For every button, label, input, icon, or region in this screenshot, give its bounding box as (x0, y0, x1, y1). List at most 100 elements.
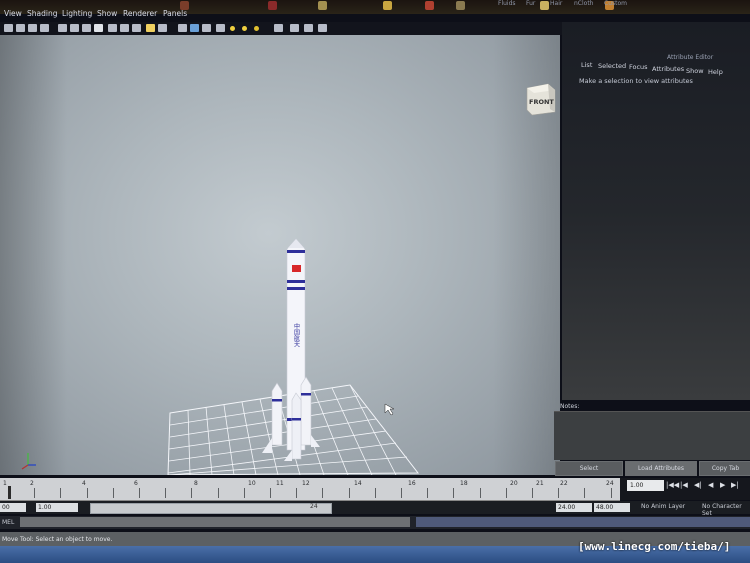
tick-label: 14 (354, 480, 362, 487)
character-set-dropdown[interactable]: No Character Set (702, 503, 750, 517)
rocket-model[interactable]: 中国航天 (262, 238, 320, 461)
textured-icon[interactable] (202, 24, 211, 32)
range-end-field[interactable]: 48.00 (594, 503, 630, 512)
menu-view[interactable]: View (4, 9, 22, 18)
flag-decal (292, 265, 301, 272)
image-plane-icon[interactable] (40, 24, 49, 32)
range-end-inner-field[interactable]: 24.00 (556, 503, 592, 512)
menu-renderer[interactable]: Renderer (123, 9, 157, 18)
film-gate-icon[interactable] (70, 24, 79, 32)
safe-action-icon[interactable] (120, 24, 129, 32)
wireframe-icon[interactable] (146, 24, 155, 32)
lighting-icon[interactable] (216, 24, 225, 32)
shelf-tab-hair[interactable]: Hair (550, 0, 562, 7)
resolution-gate-icon[interactable] (82, 24, 91, 32)
timeline-tick (34, 488, 36, 498)
command-language-label[interactable]: MEL (2, 519, 14, 526)
timeline-tick (165, 488, 167, 498)
attribute-editor-message: Make a selection to view attributes (579, 77, 693, 85)
tick-label: 1 (3, 480, 7, 487)
xray-icon[interactable] (290, 24, 299, 32)
timeline-tick (558, 488, 560, 498)
attr-menu-show[interactable]: Show (686, 67, 704, 75)
copy-tab-button[interactable]: Copy Tab (699, 461, 750, 476)
attr-menu-help[interactable]: Help (708, 68, 723, 76)
isolate-select-icon[interactable] (274, 24, 283, 32)
notes-textarea[interactable] (554, 411, 750, 460)
tick-label: 24 (606, 480, 614, 487)
menu-shading[interactable]: Shading (27, 9, 57, 18)
smooth-shade-icon[interactable] (178, 24, 187, 32)
attr-menu-focus[interactable]: Focus (629, 63, 648, 71)
panel-toolbar (0, 22, 570, 35)
timeline-tick (374, 488, 376, 498)
notes-label: Notes: (560, 403, 580, 410)
view-cube[interactable]: FRONT (522, 82, 556, 116)
timeline-tick (112, 488, 114, 498)
grid-icon[interactable] (58, 24, 67, 32)
tick-label: 22 (560, 480, 568, 487)
step-back-frame-button[interactable]: ◀| (694, 481, 702, 489)
range-slider[interactable] (90, 503, 332, 514)
timeline-tick (243, 488, 245, 498)
tick-label: 10 (248, 480, 256, 487)
light-dot-icon[interactable] (254, 26, 259, 31)
attr-menu-list[interactable]: List (581, 61, 592, 69)
shelf-tab-fur[interactable]: Fur (526, 0, 535, 7)
shelf-tab-custom[interactable]: Custom (604, 0, 627, 7)
attr-menu-attributes[interactable]: Attributes (652, 65, 684, 73)
gate-mask-icon[interactable] (94, 24, 103, 32)
timeline-tick (60, 488, 62, 498)
timeline-tick (532, 488, 533, 498)
menu-lighting[interactable]: Lighting (62, 9, 92, 18)
xray-joints-icon[interactable] (304, 24, 313, 32)
light-dot-icon[interactable] (242, 26, 247, 31)
field-chart-icon[interactable] (108, 24, 117, 32)
play-backwards-button[interactable]: ◀ (708, 481, 713, 489)
tick-label: 18 (460, 480, 468, 487)
range-left-field[interactable]: 00 (0, 503, 26, 512)
tick-label: 12 (302, 480, 310, 487)
tick-label: 20 (510, 480, 518, 487)
backface-icon[interactable] (318, 24, 327, 32)
text-icon[interactable] (158, 24, 167, 32)
tick-label: 21 (536, 480, 544, 487)
attr-menu-selected[interactable]: Selected (598, 62, 626, 70)
timeline-tick (505, 488, 507, 498)
shelf-tab-ncloth[interactable]: nCloth (574, 0, 594, 7)
shelf-tab-fluids[interactable]: Fluids (498, 0, 516, 7)
menu-panels[interactable]: Panels (163, 9, 187, 18)
timeline-tick (584, 488, 586, 498)
tick-label: 2 (30, 480, 34, 487)
time-slider[interactable] (0, 478, 620, 500)
command-input[interactable] (20, 517, 410, 527)
go-to-start-button[interactable]: |◀◀ (666, 481, 679, 489)
timeline-tick (427, 488, 429, 498)
viewport-front[interactable]: 中国航天 (0, 35, 560, 476)
panel-menu-bar: View Shading Lighting Show Renderer Pane… (0, 8, 570, 22)
load-attributes-button[interactable]: Load Attributes (625, 461, 697, 476)
bookmark-icon[interactable] (28, 24, 37, 32)
command-result-field (416, 517, 750, 527)
timeline-tick (322, 488, 324, 498)
safe-title-icon[interactable] (132, 24, 141, 32)
attribute-editor-title: Attribute Editor (667, 54, 714, 61)
light-dot-icon[interactable] (230, 26, 235, 31)
anim-layer-dropdown[interactable]: No Anim Layer (641, 503, 685, 510)
play-forwards-button[interactable]: ▶ (720, 481, 725, 489)
select-camera-icon[interactable] (4, 24, 13, 32)
step-back-key-button[interactable]: |◀ (680, 481, 688, 489)
tick-label: 16 (408, 480, 416, 487)
timeline-tick (217, 488, 219, 498)
step-forward-frame-button[interactable]: ▶| (731, 481, 739, 489)
timeline-tick (270, 488, 271, 498)
range-start-field[interactable]: 1.00 (36, 503, 78, 512)
timeline-tick (610, 488, 612, 498)
select-button[interactable]: Select (555, 461, 623, 476)
current-frame-field[interactable]: 1.00 (627, 480, 664, 491)
booster-right (300, 376, 312, 446)
watermark-text: [www.linecg.com/tieba/] (578, 540, 731, 553)
menu-show[interactable]: Show (97, 9, 117, 18)
default-material-icon[interactable] (190, 24, 199, 32)
camera-attributes-icon[interactable] (16, 24, 25, 32)
